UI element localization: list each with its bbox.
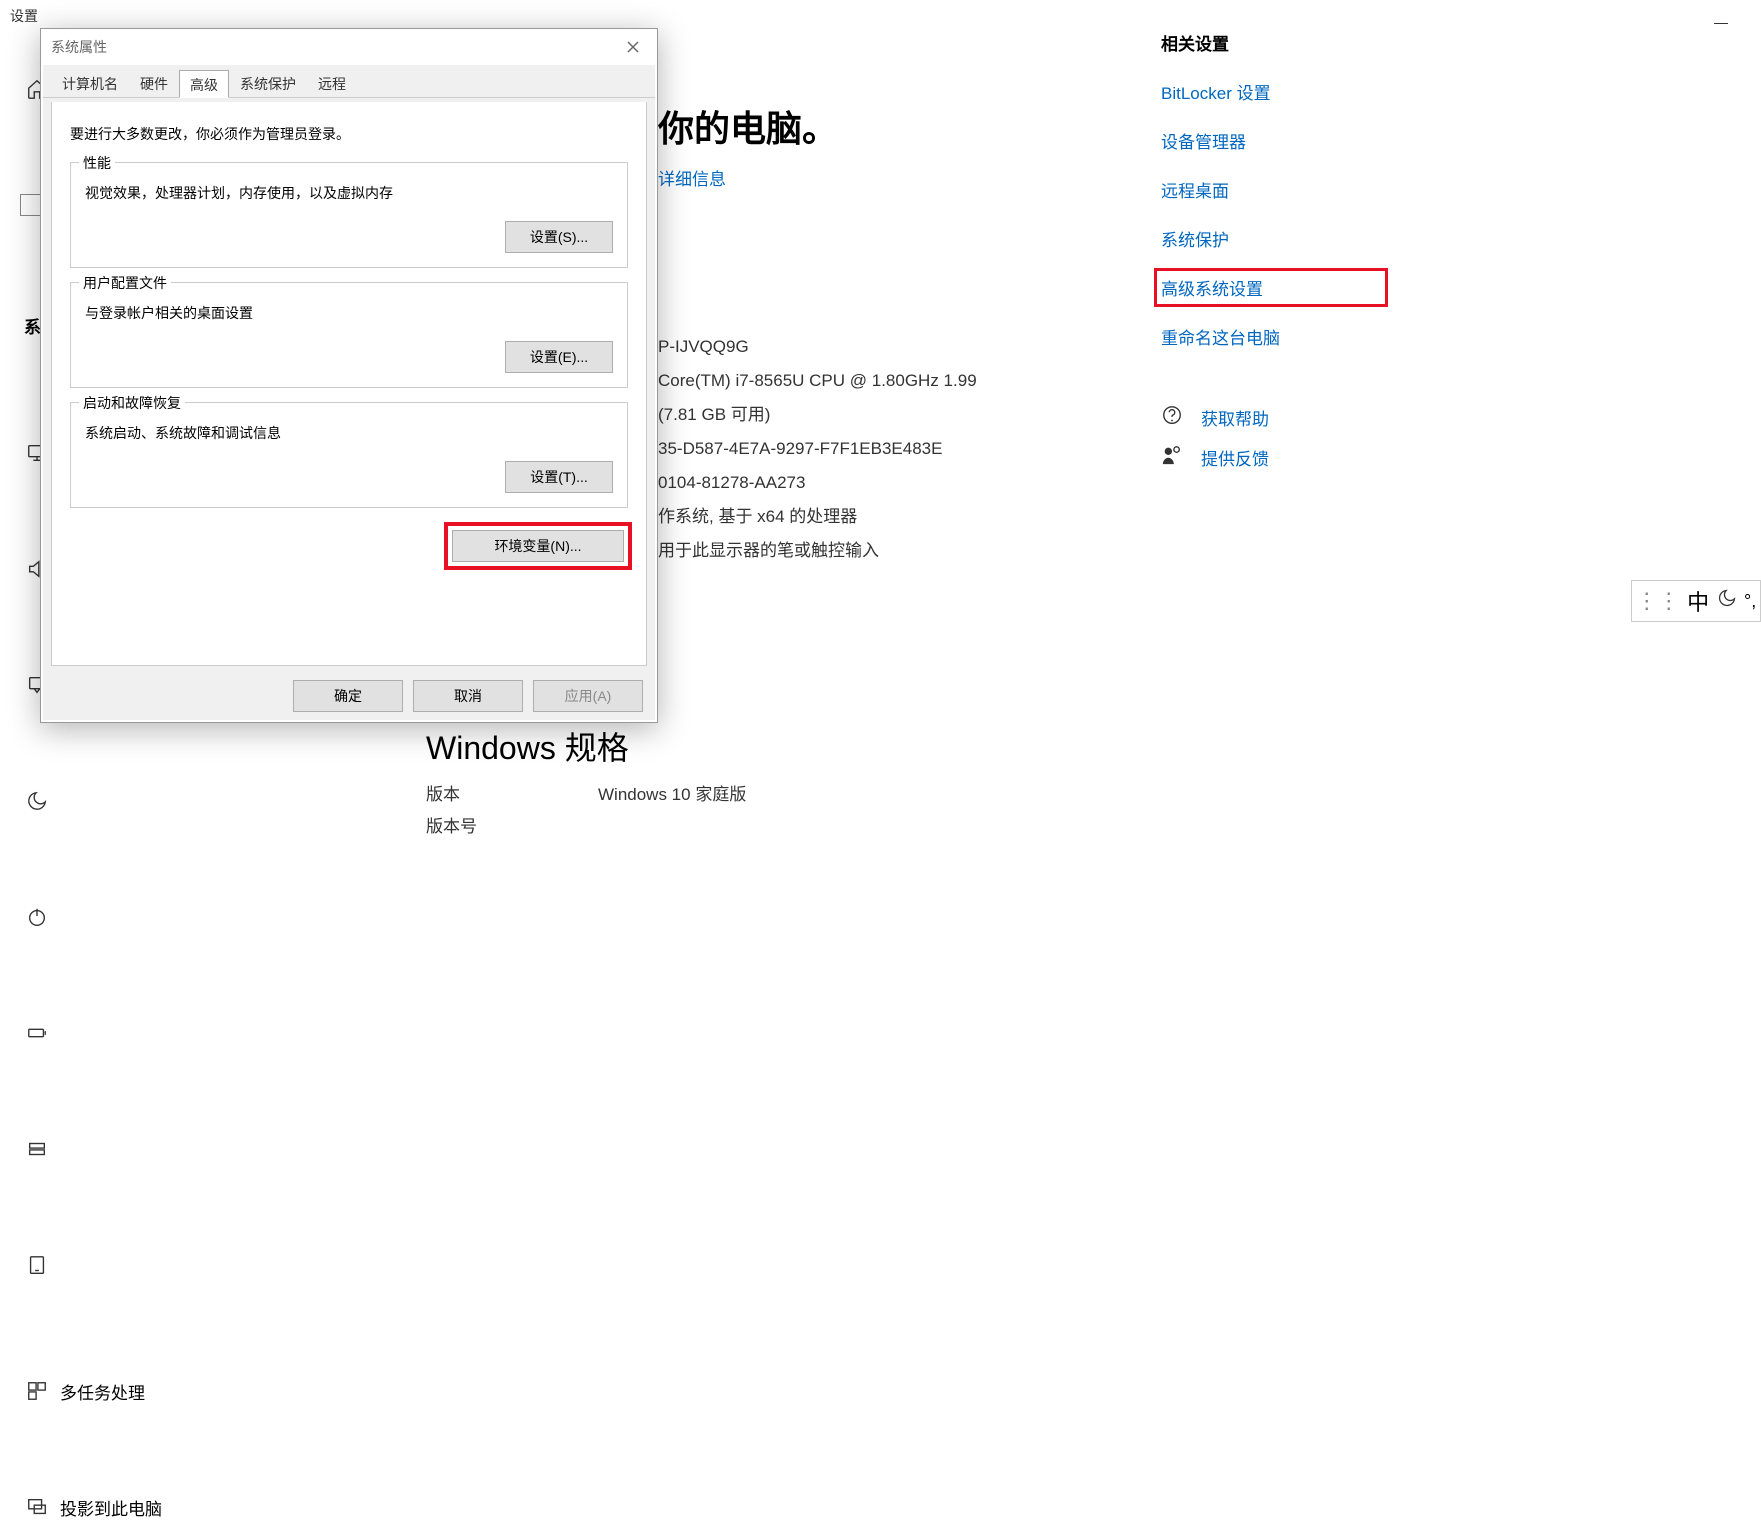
device-name-value: P-IJVQQ9G [658,330,977,364]
apply-button[interactable]: 应用(A) [533,680,643,712]
about-heading: 你的电脑。 [658,100,838,152]
detail-link[interactable]: 详细信息 [658,170,726,189]
remote-desktop-link[interactable]: 远程桌面 [1161,177,1381,202]
tablet-icon[interactable] [15,1243,59,1287]
system-properties-dialog: 系统属性 计算机名 硬件 高级 系统保护 远程 要进行大多数更改，你必须作为管理… [40,28,658,723]
feedback-icon [1161,444,1183,470]
startup-recovery-group: 启动和故障恢复 系统启动、系统故障和调试信息 设置(T)... [70,402,628,508]
help-icon [1161,404,1183,430]
system-type-value: 作系统, 基于 x64 的处理器 [658,500,977,534]
startup-recovery-legend: 启动和故障恢复 [79,393,185,413]
dialog-footer: 确定 取消 应用(A) [293,680,643,712]
windows-spec-heading: Windows 规格 [426,723,629,769]
startup-recovery-settings-button[interactable]: 设置(T)... [505,461,613,493]
system-protection-link[interactable]: 系统保护 [1161,226,1381,251]
device-id-value: 35-D587-4E7A-9297-F7F1EB3E483E [658,432,977,466]
device-spec-block: P-IJVQQ9G Core(TM) i7-8565U CPU @ 1.80GH… [658,330,977,568]
advanced-system-settings-link[interactable]: 高级系统设置 [1161,275,1381,300]
battery-icon[interactable] [15,1011,59,1055]
performance-group: 性能 视觉效果，处理器计划，内存使用，以及虚拟内存 设置(S)... [70,162,628,268]
user-profile-settings-button[interactable]: 设置(E)... [505,341,613,373]
version-label: 版本号 [426,812,477,837]
ime-toolbar[interactable]: ⋮⋮ 中 °, [1631,580,1761,622]
project-icon[interactable] [15,1485,59,1529]
dialog-titlebar[interactable]: 系统属性 [41,29,657,65]
performance-legend: 性能 [79,153,115,173]
tab-hardware[interactable]: 硬件 [129,69,179,97]
sidebar-item-multitask[interactable]: 多任务处理 [60,1379,145,1404]
user-profile-group: 用户配置文件 与登录帐户相关的桌面设置 设置(E)... [70,282,628,388]
moon-icon[interactable] [1717,588,1737,614]
minimize-button[interactable] [1701,8,1741,38]
ok-button[interactable]: 确定 [293,680,403,712]
power-icon[interactable] [15,895,59,939]
rename-pc-link[interactable]: 重命名这台电脑 [1161,324,1381,349]
user-profile-desc: 与登录帐户相关的桌面设置 [85,303,613,323]
tab-system-protection[interactable]: 系统保护 [229,69,307,97]
focus-icon[interactable] [15,779,59,823]
ime-lang[interactable]: 中 [1687,585,1709,617]
tab-remote[interactable]: 远程 [307,69,357,97]
performance-settings-button[interactable]: 设置(S)... [505,221,613,253]
search-box[interactable] [20,194,42,216]
ram-value: (7.81 GB 可用) [658,398,977,432]
pen-touch-value: 用于此显示器的笔或触控输入 [658,534,977,568]
startup-recovery-desc: 系统启动、系统故障和调试信息 [85,423,613,443]
storage-icon[interactable] [15,1127,59,1171]
admin-note: 要进行大多数更改，你必须作为管理员登录。 [70,124,628,144]
related-heading: 相关设置 [1161,30,1381,55]
tab-content-advanced: 要进行大多数更改，你必须作为管理员登录。 性能 视觉效果，处理器计划，内存使用，… [51,102,647,666]
cancel-button[interactable]: 取消 [413,680,523,712]
product-id-value: 0104-81278-AA273 [658,466,977,500]
tab-computer-name[interactable]: 计算机名 [51,69,129,97]
ime-drag-icon[interactable]: ⋮⋮ [1636,588,1680,614]
sidebar-item-project[interactable]: 投影到此电脑 [60,1495,162,1520]
close-icon[interactable] [615,33,651,61]
ime-punct[interactable]: °, [1744,591,1756,612]
dialog-tabs: 计算机名 硬件 高级 系统保护 远程 [43,65,655,98]
multitask-icon[interactable] [15,1369,59,1413]
bitlocker-link[interactable]: BitLocker 设置 [1161,79,1381,104]
performance-desc: 视觉效果，处理器计划，内存使用，以及虚拟内存 [85,183,613,203]
get-help-link[interactable]: 获取帮助 [1201,405,1269,430]
settings-title: 设置 [10,6,38,26]
processor-value: Core(TM) i7-8565U CPU @ 1.80GHz 1.99 [658,364,977,398]
dialog-title: 系统属性 [51,37,107,57]
edition-value: Windows 10 家庭版 [598,780,746,805]
edition-label: 版本 [426,780,460,805]
user-profile-legend: 用户配置文件 [79,273,171,293]
environment-variables-button[interactable]: 环境变量(N)... [452,530,624,562]
device-manager-link[interactable]: 设备管理器 [1161,128,1381,153]
feedback-link[interactable]: 提供反馈 [1201,445,1269,470]
tab-advanced[interactable]: 高级 [179,70,229,98]
related-settings: 相关设置 BitLocker 设置 设备管理器 远程桌面 系统保护 高级系统设置… [1161,30,1381,484]
